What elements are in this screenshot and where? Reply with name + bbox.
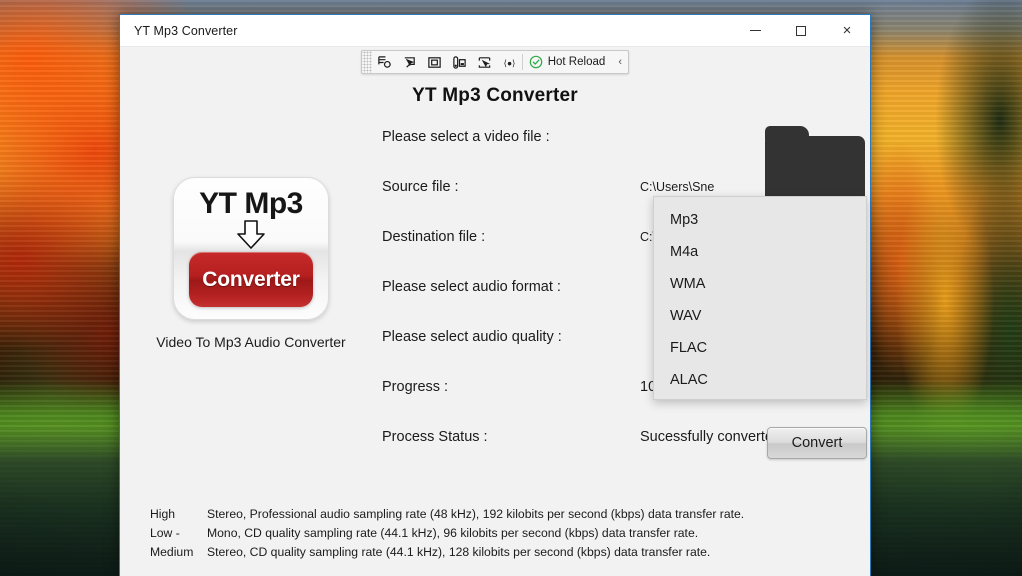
maximize-icon bbox=[796, 25, 806, 36]
hot-reload-label: Hot Reload bbox=[547, 56, 606, 68]
app-body: YT Mp3 Converter Video To Mp3 Audio Conv… bbox=[120, 107, 870, 576]
dropdown-option-wma[interactable]: WMA bbox=[654, 268, 866, 300]
legend-desc-high: Stereo, Professional audio sampling rate… bbox=[207, 507, 745, 521]
frame-outline-icon[interactable] bbox=[422, 51, 447, 73]
legend-row-low: Low - Mono, CD quality sampling rate (44… bbox=[150, 524, 854, 543]
debug-toolbar-container: ⟨●⟩ Hot Reload ‹ bbox=[120, 47, 870, 77]
logo-pill-text: Converter bbox=[202, 267, 300, 291]
toolbar-grip-handle[interactable] bbox=[361, 51, 372, 73]
select-element-icon[interactable] bbox=[397, 51, 422, 73]
source-file-value: C:\Users\Sne bbox=[640, 180, 715, 194]
legend-row-high: High Stereo, Professional audio sampling… bbox=[150, 505, 854, 524]
color-picker-icon[interactable] bbox=[447, 51, 472, 73]
minimize-button[interactable] bbox=[732, 15, 778, 46]
process-status-label: Process Status : bbox=[382, 429, 488, 445]
debug-toolbar: ⟨●⟩ Hot Reload ‹ bbox=[360, 50, 630, 74]
select-video-file-label: Please select a video file : bbox=[382, 129, 550, 145]
title-bar[interactable]: YT Mp3 Converter × bbox=[120, 15, 870, 47]
progress-label: Progress : bbox=[382, 379, 449, 395]
legend-key-medium: Medium bbox=[150, 545, 194, 559]
convert-button[interactable]: Convert bbox=[767, 427, 867, 459]
dropdown-option-flac[interactable]: FLAC bbox=[654, 332, 866, 364]
toolbar-collapse-button[interactable]: ‹ bbox=[612, 51, 628, 73]
app-logo: YT Mp3 Converter bbox=[173, 177, 329, 320]
app-window: YT Mp3 Converter × ⟨●⟩ Hot Reload ‹ YT M… bbox=[119, 14, 871, 576]
quality-legend: High Stereo, Professional audio sampling… bbox=[150, 505, 854, 562]
folder-icon[interactable] bbox=[765, 126, 865, 198]
dropdown-option-alac[interactable]: ALAC bbox=[654, 364, 866, 396]
maximize-button[interactable] bbox=[778, 15, 824, 46]
select-in-editor-icon[interactable] bbox=[472, 51, 497, 73]
destination-file-label: Destination file : bbox=[382, 229, 486, 245]
legend-key-low: Low - bbox=[150, 526, 180, 540]
logo-pill: Converter bbox=[189, 252, 313, 307]
dropdown-option-wav[interactable]: WAV bbox=[654, 300, 866, 332]
folder-shape bbox=[765, 126, 865, 198]
live-visual-tree-icon[interactable]: ⟨●⟩ bbox=[497, 51, 522, 73]
desktop-background: YT Mp3 Converter × ⟨●⟩ Hot Reload ‹ YT M… bbox=[0, 0, 1022, 576]
audio-format-dropdown-list[interactable]: Mp3 M4a WMA WAV FLAC ALAC bbox=[653, 196, 867, 400]
hot-reload-check-icon bbox=[529, 55, 543, 69]
minimize-icon bbox=[749, 30, 761, 31]
caption-buttons: × bbox=[732, 15, 870, 46]
page-title: YT Mp3 Converter bbox=[412, 85, 578, 106]
hot-reload-button[interactable]: Hot Reload bbox=[523, 51, 613, 73]
window-title: YT Mp3 Converter bbox=[134, 23, 238, 38]
legend-desc-low: Mono, CD quality sampling rate (44.1 kHz… bbox=[207, 526, 699, 540]
close-button[interactable]: × bbox=[824, 15, 870, 46]
legend-key-high: High bbox=[150, 507, 176, 521]
dropdown-option-m4a[interactable]: M4a bbox=[654, 236, 866, 268]
legend-desc-medium: Stereo, CD quality sampling rate (44.1 k… bbox=[207, 545, 711, 559]
down-arrow-icon bbox=[237, 220, 265, 249]
close-icon: × bbox=[842, 22, 852, 39]
layout-inspector-icon[interactable] bbox=[372, 51, 397, 73]
audio-format-label: Please select audio format : bbox=[382, 279, 561, 295]
source-file-label: Source file : bbox=[382, 179, 459, 195]
logo-top-text: YT Mp3 bbox=[199, 187, 303, 220]
logo-caption: Video To Mp3 Audio Converter bbox=[156, 334, 346, 350]
svg-text:⟨●⟩: ⟨●⟩ bbox=[503, 57, 515, 67]
audio-quality-label: Please select audio quality : bbox=[382, 329, 562, 345]
dropdown-option-mp3[interactable]: Mp3 bbox=[654, 204, 866, 236]
folder-body bbox=[765, 136, 865, 198]
legend-row-medium: Medium Stereo, CD quality sampling rate … bbox=[150, 543, 854, 562]
